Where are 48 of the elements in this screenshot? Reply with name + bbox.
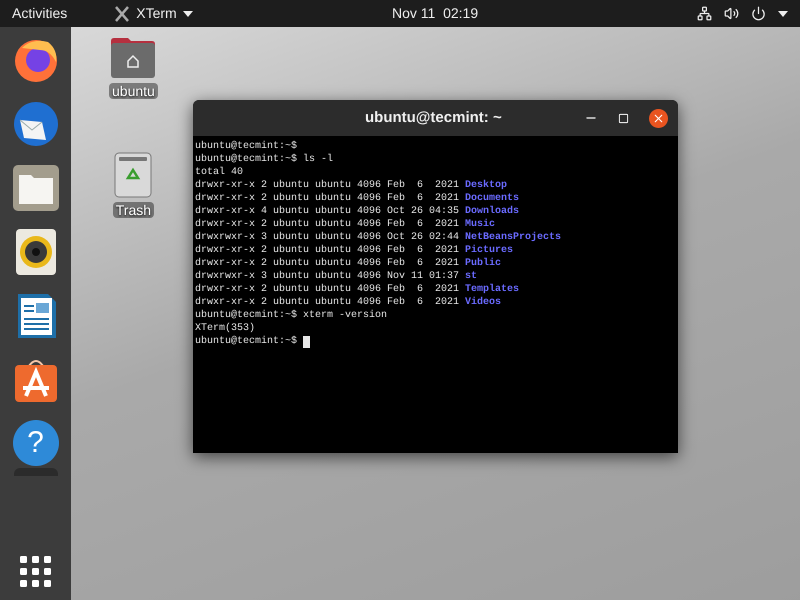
directory-name: Music [465,218,496,231]
caret-icon [182,10,193,16]
text-cursor [303,336,310,348]
terminal-line: drwxr-xr-x 2 ubuntu ubuntu 4096 Feb 6 2021 [195,296,460,309]
network-icon[interactable] [697,6,712,21]
directory-name: Documents [465,192,520,205]
directory-name: Videos [465,296,502,309]
terminal-line: ubuntu@tecmint:~$ [195,140,298,153]
terminal-line: drwxr-xr-x 2 ubuntu ubuntu 4096 Feb 6 2021 [195,283,460,296]
app-menu[interactable]: XTerm [136,3,177,24]
activities-button[interactable]: Activities [12,3,68,24]
help-icon[interactable]: ? [12,420,58,466]
window-title: ubuntu@tecmint: ~ [365,108,502,128]
directory-name: Desktop [465,179,508,192]
directory-name: Public [465,257,502,270]
power-icon[interactable] [751,6,766,21]
desktop-icon-label[interactable]: Trash [112,202,154,218]
home-folder-icon[interactable] [110,37,156,79]
terminal-line: ubuntu@tecmint:~$ [195,335,298,348]
terminal-line: drwxrwxr-x 3 ubuntu ubuntu 4096 Nov 11 01:37 [195,270,460,283]
close-icon [652,112,665,124]
volume-icon[interactable] [724,6,739,21]
directory-name: Downloads [465,205,520,218]
directory-name: st [465,270,478,283]
terminal-line: drwxrwxr-x 3 ubuntu ubuntu 4096 Oct 26 02:44 [195,231,460,244]
terminal-line: drwxr-xr-x 2 ubuntu ubuntu 4096 Feb 6 2021 [195,192,460,205]
terminal-line: ubuntu@tecmint:~$ xterm -version [195,309,388,322]
terminal-line: drwxr-xr-x 2 ubuntu ubuntu 4096 Feb 6 2021 [195,244,460,257]
close-button[interactable] [649,108,668,128]
terminal-line: XTerm(353) [195,322,256,335]
terminal-line: ubuntu@tecmint:~$ ls -l [195,153,334,166]
directory-name: Templates [465,283,520,296]
terminal-line: drwxr-xr-x 2 ubuntu ubuntu 4096 Feb 6 2021 [195,179,460,192]
clock[interactable]: Nov 11 02:19 [392,3,478,24]
maximize-icon[interactable] [618,112,629,124]
trash-icon[interactable] [114,152,152,198]
directory-name: NetBeansProjects [465,231,562,244]
app-grid-icon[interactable] [20,556,52,588]
directory-name: Pictures [465,244,514,257]
terminal-line: drwxr-xr-x 2 ubuntu ubuntu 4096 Feb 6 2021 [195,257,460,270]
terminal-line: drwxr-xr-x 4 ubuntu ubuntu 4096 Oct 26 04:35 [195,205,460,218]
caret-icon[interactable] [778,10,788,16]
desktop-icon-label[interactable]: ubuntu [109,83,158,99]
x-logo-icon [114,6,130,22]
mail-bird-icon[interactable] [12,100,60,148]
terminal-line: total 40 [195,166,244,179]
folder-icon[interactable] [12,164,60,212]
terminal-line: drwxr-xr-x 2 ubuntu ubuntu 4096 Feb 6 2021 [195,218,460,231]
